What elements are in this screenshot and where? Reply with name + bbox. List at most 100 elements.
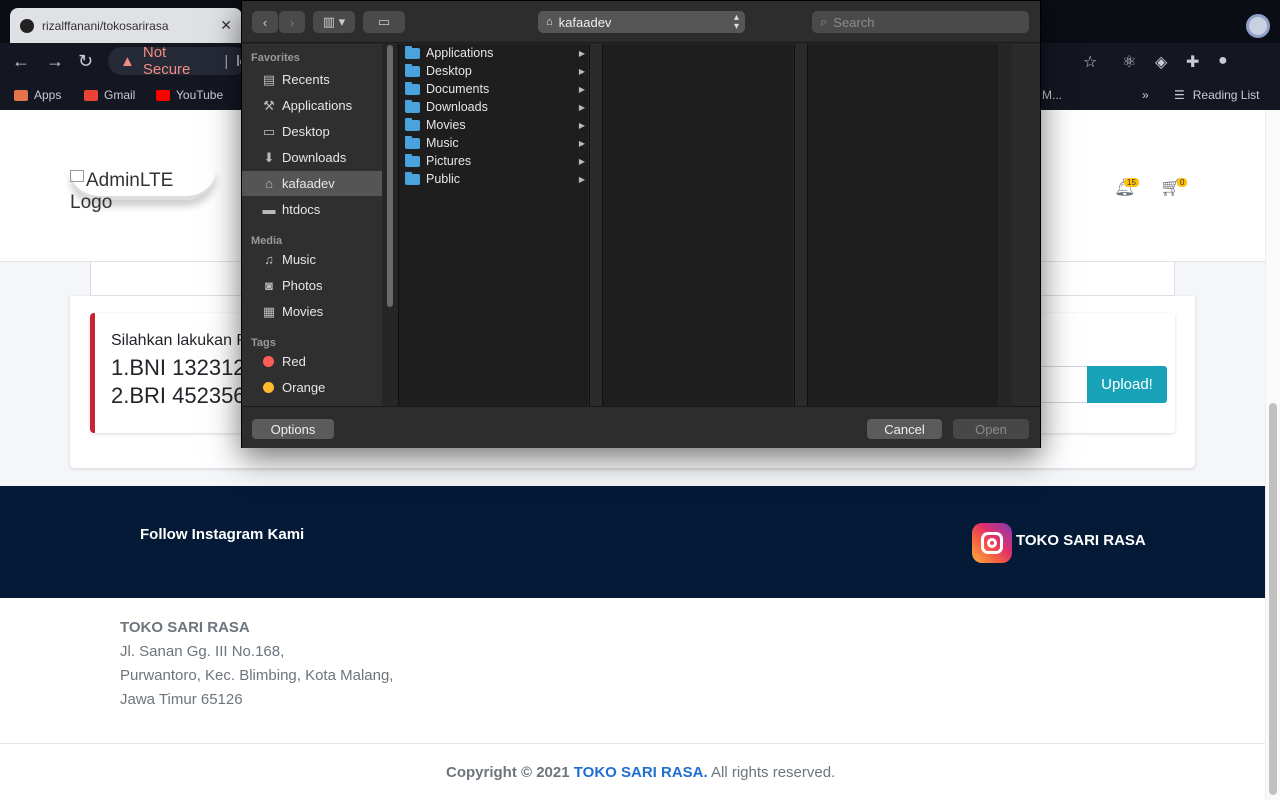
disclosure-arrow-icon: ▶	[578, 120, 585, 130]
folder-row-downloads[interactable]: Downloads ▶	[399, 98, 589, 116]
sidebar-item-downloads[interactable]: ⬇ Downloads	[242, 145, 382, 170]
sidebar-tag-orange[interactable]: Orange	[242, 375, 382, 400]
folder-label: Music	[426, 136, 459, 150]
scrollbar-thumb[interactable]	[1269, 403, 1277, 795]
bookmark-youtube[interactable]: YouTube	[156, 88, 223, 102]
file-open-dialog: ‹ › ▥ ▾ ▭ ⌂ kafaadev ▴ ▾ ⌕ Search Favorit…	[241, 0, 1041, 448]
updown-chevron-icon: ▴ ▾	[733, 12, 739, 32]
folder-label: Pictures	[426, 154, 472, 168]
close-tab-icon[interactable]: ✕	[220, 17, 232, 34]
folder-row-public[interactable]: Public ▶	[399, 170, 589, 188]
folder-row-pictures[interactable]: Pictures ▶	[399, 152, 589, 170]
folder-label: Desktop	[426, 64, 472, 78]
sidebar-item-photos[interactable]: ◙ Photos	[242, 273, 382, 298]
folder-icon	[405, 171, 420, 185]
user-avatar-icon[interactable]: ●	[1218, 52, 1228, 70]
sidebar-item-label: kafaadev	[282, 176, 335, 191]
sidebar-item-label: Red	[282, 354, 306, 369]
bookmark-apps[interactable]: Apps	[14, 88, 61, 102]
sidebar-item-music[interactable]: ♫ Music	[242, 247, 382, 272]
column-resize-handle[interactable]	[794, 44, 808, 406]
folder-row-applications[interactable]: Applications ▶	[399, 44, 589, 62]
open-button[interactable]: Open	[953, 419, 1029, 439]
recents-icon: ▤	[262, 71, 276, 87]
sidebar-item-recents[interactable]: ▤ Recents	[242, 67, 382, 92]
folder-icon	[405, 63, 420, 77]
folder-icon	[405, 81, 420, 95]
folder-row-documents[interactable]: Documents ▶	[399, 80, 589, 98]
extensions-puzzle-icon[interactable]: ✚	[1186, 52, 1199, 72]
bookmark-gmail[interactable]: Gmail	[84, 88, 135, 102]
page-scrollbar[interactable]	[1265, 110, 1280, 800]
bookmark-star-icon[interactable]: ☆	[1083, 52, 1097, 72]
reading-list-button[interactable]: ☰ Reading List	[1174, 88, 1259, 102]
copyright: Copyright © 2021 TOKO SARI RASA. All rig…	[446, 764, 835, 781]
browser-tab[interactable]: rizalffanani/tokosarirasa ✕	[10, 8, 242, 43]
address-bar[interactable]: ▲ Not Secure | lo	[108, 44, 248, 78]
sidebar-tag-red[interactable]: Red	[242, 349, 382, 374]
dialog-back-button[interactable]: ‹	[252, 11, 278, 33]
disclosure-arrow-icon: ▶	[578, 138, 585, 148]
copyright-brand-link[interactable]: TOKO SARI RASA.	[574, 764, 708, 781]
folder-row-desktop[interactable]: Desktop ▶	[399, 62, 589, 80]
bookmarks-overflow-icon[interactable]: »	[1142, 88, 1149, 102]
profile-avatar[interactable]	[1246, 14, 1270, 38]
home-icon: ⌂	[265, 176, 273, 191]
folder-row-movies[interactable]: Movies ▶	[399, 116, 589, 134]
bookmark-truncated[interactable]: M...	[1042, 88, 1062, 102]
copyright-suffix: All rights reserved.	[711, 764, 836, 781]
instagram-icon[interactable]	[972, 523, 1012, 563]
warning-icon: ▲	[120, 52, 135, 70]
dialog-search-field[interactable]: ⌕ Search	[812, 11, 1029, 33]
folder-icon	[405, 99, 420, 113]
sidebar-item-label: Photos	[282, 278, 323, 293]
chevron-right-icon: ›	[289, 14, 295, 30]
column-resize-handle[interactable]	[589, 44, 603, 406]
applications-icon: ⚒	[263, 97, 275, 113]
cancel-button[interactable]: Cancel	[867, 419, 942, 439]
folder-row-music[interactable]: Music ▶	[399, 134, 589, 152]
sidebar-item-applications[interactable]: ⚒ Applications	[242, 93, 382, 118]
browser-column-1: Applications ▶ Desktop ▶ Documents ▶ Downlo…	[398, 44, 588, 406]
folder-label: Public	[426, 172, 461, 186]
sidebar-item-movies[interactable]: ▦ Movies	[242, 299, 382, 324]
reading-list-label: Reading List	[1192, 88, 1260, 102]
back-arrow-icon[interactable]: ←	[12, 51, 30, 72]
reading-list-icon: ☰	[1174, 88, 1185, 102]
follow-heading: Follow Instagram Kami	[140, 526, 305, 543]
sidebar-scrollbar[interactable]	[387, 45, 393, 307]
sidebar-item-label: Movies	[282, 304, 324, 319]
favorites-heading: Favorites	[251, 52, 300, 64]
search-icon: ⌕	[820, 14, 828, 29]
address-divider: |	[224, 52, 229, 70]
options-button[interactable]: Options	[252, 419, 334, 439]
orange-tag-icon	[263, 382, 274, 393]
new-folder-button[interactable]: ▭	[363, 11, 405, 33]
sidebar-item-htdocs[interactable]: ▬ htdocs	[242, 197, 382, 222]
shield-extension-icon[interactable]: ◈	[1155, 52, 1167, 72]
reload-icon[interactable]: ↻	[78, 51, 93, 72]
address-line: Jl. Sanan Gg. III No.168,	[120, 643, 285, 660]
instagram-link[interactable]: TOKO SARI RASA	[1016, 532, 1146, 549]
broken-image-icon	[70, 170, 84, 182]
sidebar-item-desktop[interactable]: ▭ Desktop	[242, 119, 382, 144]
browser-column-3	[808, 44, 998, 406]
youtube-icon	[156, 89, 170, 101]
view-mode-button[interactable]: ▥ ▾	[313, 11, 355, 33]
folder-label: Documents	[426, 82, 490, 96]
folder-icon	[405, 135, 420, 149]
forward-arrow-icon[interactable]: →	[46, 51, 64, 72]
sidebar-item-kafaadev[interactable]: ⌂ kafaadev	[242, 171, 382, 196]
notification-badge: 15	[1124, 178, 1139, 187]
address-line: Purwantoro, Kec. Blimbing, Kota Malang,	[120, 667, 394, 684]
upload-button[interactable]: Upload!	[1087, 366, 1167, 403]
disclosure-arrow-icon: ▶	[578, 48, 585, 58]
location-popup[interactable]: ⌂ kafaadev ▴ ▾	[538, 11, 745, 33]
tags-heading: Tags	[251, 337, 276, 349]
payment-intro: Silahkan lakukan Pe	[111, 332, 256, 349]
disclosure-arrow-icon: ▶	[578, 66, 585, 76]
dialog-forward-button[interactable]: ›	[279, 11, 305, 33]
react-devtools-icon[interactable]: ⚛	[1122, 52, 1136, 72]
file-input[interactable]	[1040, 366, 1087, 403]
site-logo[interactable]: AdminLTE Logo	[70, 170, 216, 213]
